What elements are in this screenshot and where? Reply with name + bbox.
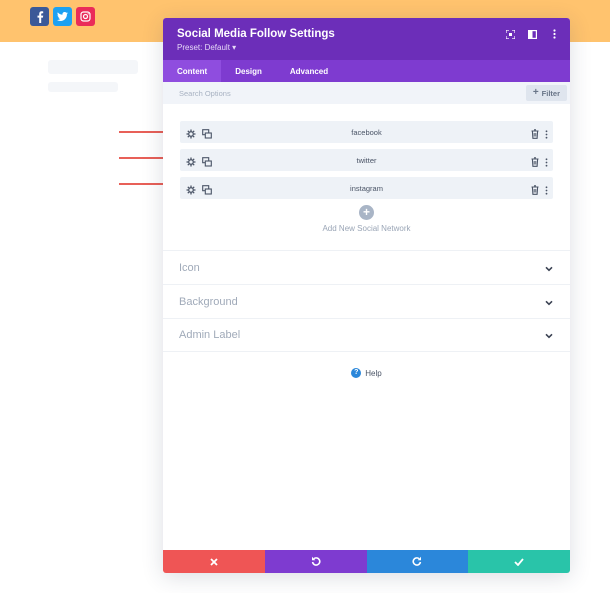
help-label: Help [365,368,382,378]
social-network-list: facebook twitter instagram [163,104,570,199]
filter-button[interactable]: + Filter [525,85,567,101]
more-options-icon[interactable] [545,154,548,172]
list-item[interactable]: instagram [180,177,553,199]
focus-icon[interactable] [504,28,516,40]
add-new-social-network[interactable]: + Add New Social Network [163,205,570,233]
settings-sections: Icon Background Admin Label [163,250,570,352]
tab-advanced[interactable]: Advanced [276,60,342,82]
list-item-label: facebook [351,127,382,137]
tab-design[interactable]: Design [221,60,276,82]
plus-icon: + [532,87,539,98]
list-item[interactable]: facebook [180,121,553,143]
modal-title: Social Media Follow Settings [177,28,335,40]
settings-modal: Social Media Follow Settings Preset: Def… [163,18,570,573]
redo-button[interactable] [366,550,469,573]
gear-icon[interactable] [186,126,196,144]
chevron-down-icon[interactable] [545,326,553,344]
help-icon: ? [351,368,362,378]
twitter-icon[interactable] [53,7,72,26]
add-new-label[interactable]: Add New Social Network [163,224,570,233]
section-admin-label[interactable]: Admin Label [163,318,570,352]
trash-icon[interactable] [531,154,539,172]
list-item-label: twitter [356,155,377,165]
chevron-down-icon[interactable] [545,259,553,277]
undo-icon [311,553,321,571]
trash-icon[interactable] [531,126,539,144]
facebook-icon[interactable] [30,7,49,26]
redo-icon [412,553,422,571]
check-icon [514,553,524,571]
section-background[interactable]: Background [163,284,570,318]
gear-icon[interactable] [186,182,196,200]
add-icon[interactable]: + [359,205,374,220]
list-item-label: instagram [350,183,383,193]
tab-bar: Content Design Advanced [163,60,570,82]
duplicate-icon[interactable] [202,154,212,172]
section-title: Icon [179,261,200,274]
section-icon[interactable]: Icon [163,250,570,284]
close-icon [210,553,218,571]
instagram-icon[interactable] [76,7,95,26]
more-options-icon[interactable] [545,126,548,144]
list-item[interactable]: twitter [180,149,553,171]
trash-icon[interactable] [531,182,539,200]
search-bar: Search Options + Filter [163,82,570,104]
undo-button[interactable] [264,550,367,573]
modal-footer [163,550,570,573]
section-title: Admin Label [179,329,241,341]
more-options-icon[interactable] [545,182,548,200]
save-button[interactable] [468,550,570,573]
search-input[interactable]: Search Options [179,89,231,98]
help-link[interactable]: ? Help [163,368,570,378]
preset-selector[interactable]: Preset: Default ▾ [177,43,556,53]
tab-content[interactable]: Content [163,60,222,82]
duplicate-icon[interactable] [202,182,212,200]
background-placeholder [48,82,118,92]
more-options-icon[interactable] [548,28,560,40]
background-placeholder [48,60,138,74]
cancel-button[interactable] [163,550,265,573]
sidebar-toggle-icon[interactable] [526,28,538,40]
header-tools [504,28,560,40]
duplicate-icon[interactable] [202,126,212,144]
filter-label: Filter [541,88,560,98]
modal-header: Social Media Follow Settings Preset: Def… [163,18,570,60]
chevron-down-icon[interactable] [545,293,553,311]
gear-icon[interactable] [186,154,196,172]
section-title: Background [179,295,238,308]
social-icons-preview [30,7,95,26]
